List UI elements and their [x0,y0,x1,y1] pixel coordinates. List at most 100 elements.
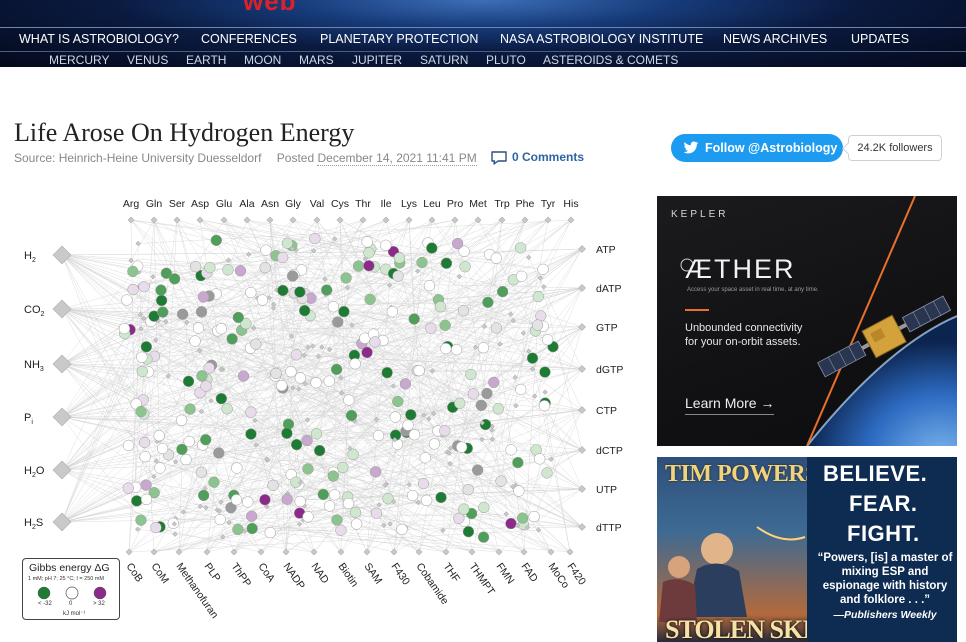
nav-conferences[interactable]: CONFERENCES [201,32,297,46]
reaction-node [406,481,412,488]
subnav-jupiter[interactable]: JUPITER [352,53,402,67]
metabolite-node [156,442,169,455]
cofactor-node [175,548,183,556]
metabolite-node [138,436,151,449]
subnav-mercury[interactable]: MERCURY [49,53,109,67]
metabolite-node [537,263,549,275]
amino-acid-label: Ile [380,198,391,210]
subnav-pluto[interactable]: PLUTO [486,53,526,67]
legend-swatches [37,586,107,600]
cofactor-label: Biotin [336,561,361,590]
metabolite-node [392,395,404,408]
posted-label: Posted [276,151,315,165]
metabolite-node [323,375,335,387]
nav-news-archives[interactable]: NEWS ARCHIVES [723,32,827,46]
followers-count[interactable]: 24.2K followers [848,135,942,161]
metabolite-node [413,364,425,377]
subnav-asteroids-comets[interactable]: ASTEROIDS & COMETS [543,53,678,67]
reaction-node [526,254,532,261]
metabolite-node [335,524,347,536]
metabolite-node [310,428,323,440]
metabolite-node [302,511,314,523]
substrate-label: H2S [24,517,43,531]
kepler-ad[interactable]: KEPLER ÆTHER Access your space asset in … [657,196,957,446]
metabolite-node [321,284,333,296]
metabolite-node [155,294,168,307]
metabolite-node [327,301,339,313]
metabolite-node [157,306,169,318]
metabolite-node [421,494,433,507]
metabolite-node [477,531,490,543]
nav-planetary-protection[interactable]: PLANETARY PROTECTION [320,32,478,46]
amino-acid-label: His [563,198,578,210]
site-logo[interactable]: web [243,0,297,17]
book-ad[interactable]: TIM POWERS STOLEN SKIES BELIEVE. FEAR. F… [657,457,957,642]
metabolite-node [338,305,350,318]
metabolite-node [477,342,490,354]
subnav-earth[interactable]: EARTH [186,53,226,67]
edge [61,350,200,523]
metabolite-node [277,284,289,297]
metabolite-node [361,346,373,359]
metabolite-node [450,343,463,356]
amino-acid-label: Cys [331,198,349,210]
metabolite-node [428,438,441,450]
nucleotide-label: CTP [596,405,617,417]
metabolite-node [214,513,226,526]
metabolite-node [281,427,293,439]
metabolite-node [213,447,225,459]
article-title: Life Arose On Hydrogen Energy [14,118,355,147]
subnav-moon[interactable]: MOON [244,53,281,67]
metabolite-node [140,479,152,491]
metabolite-node [426,242,438,254]
amino-acid-node [150,216,158,224]
cofactor-label: CoA [256,561,278,585]
sub-nav: MERCURY VENUS EARTH MOON MARS JUPITER SA… [0,52,966,67]
learn-more-link[interactable]: Learn More → [685,395,775,415]
metabolite-node [372,429,385,442]
metabolite-node [176,443,188,456]
review-quote: “Powers, [is] a master of mixing ESP and… [817,552,953,606]
substrate-label: NH3 [24,359,44,373]
reaction-node [512,374,518,380]
metabolite-node [140,341,152,353]
metabolite-node [245,286,257,299]
metabolite-node [515,383,527,396]
comments-link[interactable]: 0 Comments [490,150,584,166]
nucleotide-node [578,284,586,292]
amino-acid-label: Gln [146,198,163,210]
subnav-mars[interactable]: MARS [299,53,334,67]
cofactor-label: FMN [494,561,517,587]
subnav-saturn[interactable]: SATURN [420,53,468,67]
amino-acid-label: Glu [216,198,233,210]
reaction-node [542,389,548,395]
metabolite-node [528,510,540,523]
metabolite-node [290,439,303,451]
amino-acid-label: Asn [261,198,279,210]
subnav-venus[interactable]: VENUS [127,53,168,67]
metabolite-node [196,370,208,382]
twitter-follow-button[interactable]: Follow @Astrobiology [671,134,843,162]
metabolite-node [294,286,306,298]
metabolite-node [343,394,355,406]
nav-nasa-astrobiology-institute[interactable]: NASA ASTROBIOLOGY INSTITUTE [500,32,703,46]
nav-what-is-astrobiology[interactable]: WHAT IS ASTROBIOLOGY? [19,32,179,46]
substrate-label: CO2 [24,304,45,318]
legend-high-label: > 32 [93,601,105,607]
metabolite-node [478,501,490,514]
metabolite-node [246,522,258,535]
legend-exergonic-swatch [37,586,51,600]
metabolite-node [467,388,479,400]
metabolite-node [294,495,306,508]
metabolite-node [168,273,181,285]
nav-updates[interactable]: UPDATES [851,32,909,46]
metabolite-node [176,308,189,320]
amino-acid-label: Thr [355,198,371,210]
amino-acid-node [173,216,181,224]
metabolite-node [267,479,279,491]
metabolite-node [331,514,343,526]
metabolite-node [531,319,544,331]
cofactor-label: THF [441,561,463,585]
metabolite-node [222,264,234,276]
amino-acid-label: Ala [239,198,254,210]
